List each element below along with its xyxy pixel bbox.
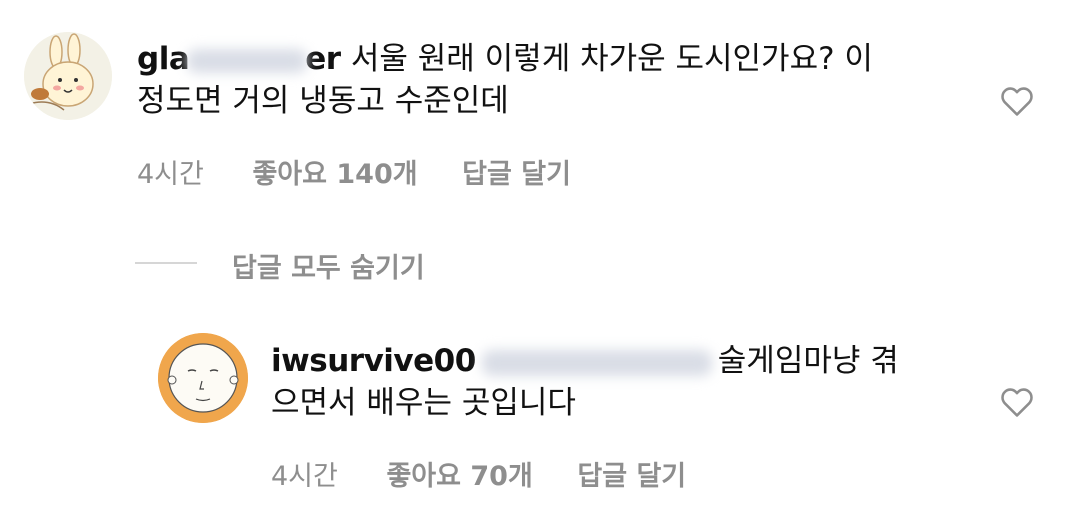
username-end: er — [305, 41, 341, 77]
divider-line — [135, 262, 197, 264]
username[interactable]: gla er — [137, 41, 351, 77]
username[interactable]: iwsurvive00 — [271, 343, 476, 379]
blurred-username — [187, 48, 308, 73]
likes-count[interactable]: 좋아요 70개 — [386, 461, 532, 492]
comment-text-line: 술게임마냥 겪 — [717, 343, 899, 379]
comment-text-line: 으면서 배우는 곳입니다 — [271, 385, 576, 421]
comment-meta: 4시간 좋아요 140개 답글 달기 — [137, 152, 571, 191]
avatar[interactable] — [158, 333, 248, 423]
comment-text-line: 서울 원래 이렇게 차가운 도시인가요? 이 — [350, 41, 873, 77]
comment-meta: 4시간 좋아요 70개 답글 달기 — [271, 454, 686, 493]
reply-button[interactable]: 답글 달기 — [577, 461, 686, 492]
blurred-text — [481, 349, 712, 376]
comment-text-line: 정도면 거의 냉동고 수준인데 — [137, 83, 509, 119]
timestamp: 4시간 — [137, 159, 204, 190]
likes-count[interactable]: 좋아요 140개 — [252, 159, 417, 190]
reply-button[interactable]: 답글 달기 — [462, 159, 571, 190]
hide-replies-button[interactable]: 답글 모두 숨기기 — [232, 246, 425, 285]
avatar[interactable] — [24, 32, 112, 120]
timestamp: 4시간 — [271, 461, 338, 492]
face-avatar-icon — [158, 333, 248, 423]
comment-body-1: gla er 서울 원래 이렇게 차가운 도시인가요? 이 정도면 거의 냉동고 … — [137, 38, 957, 122]
username-start: gla — [137, 41, 190, 77]
like-button[interactable] — [1000, 386, 1034, 422]
heart-outline-icon — [1001, 87, 1033, 116]
heart-outline-icon — [1001, 388, 1033, 417]
comment-body-2: iwsurvive00 술게임마냥 겪 으면서 배우는 곳입니다 — [271, 340, 971, 424]
like-button[interactable] — [1000, 85, 1034, 121]
rabbit-avatar-icon — [24, 32, 112, 120]
